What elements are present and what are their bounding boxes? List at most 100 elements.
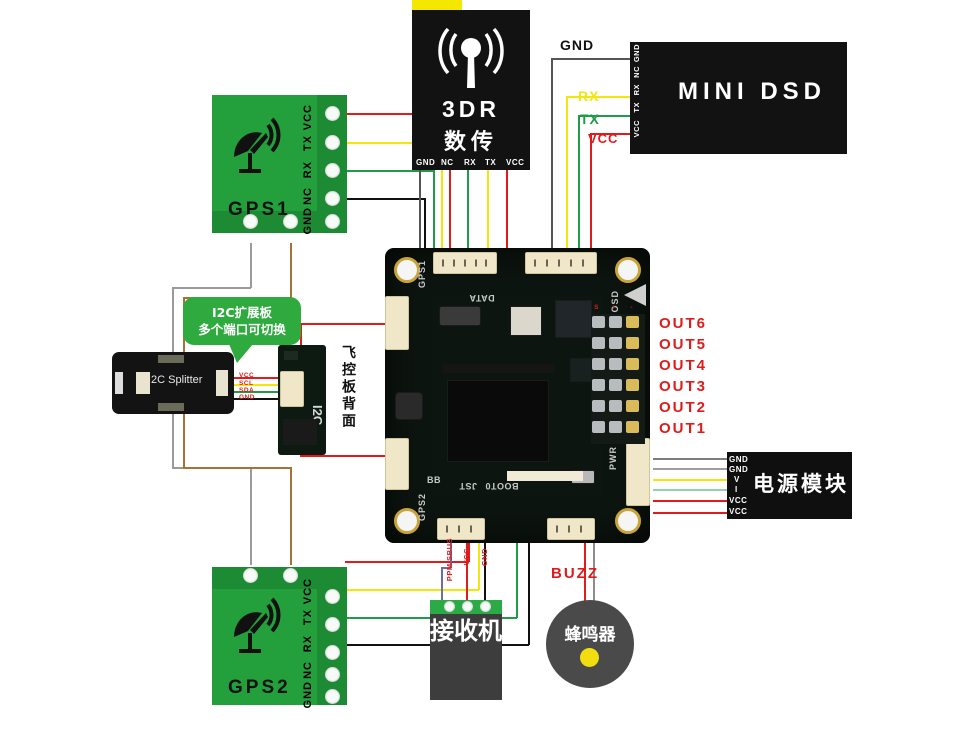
splitter-pad-top [158,355,184,363]
wire-3dr-vcc [506,170,508,256]
pad-out2-m[interactable] [626,400,639,412]
fc-silk-bb: BB [427,475,441,485]
pad-out2-s[interactable] [592,400,605,412]
receiver-module[interactable]: 接收机 [430,600,502,700]
fc-mcu [447,380,549,462]
power-pin-v: V [734,475,740,484]
pad-out1-p[interactable] [609,421,622,433]
wire-dsd-vcc-v [590,133,592,256]
flight-controller-board[interactable]: GPS1 GPS2 DATA OSD PWR BOOT0 JST BB S + … [385,248,650,543]
out6-label: OUT6 [659,315,708,332]
fc-crystal [439,306,481,326]
out5-label: OUT5 [659,336,708,353]
dsd-pin-nc: NC [632,66,641,78]
pad-sign-minus: - [630,304,633,311]
fc-connector-top2[interactable] [525,252,597,274]
pad-out6-p[interactable] [609,316,622,328]
gps1-pad-vcc[interactable] [325,106,340,121]
gps1-label: GPS1 [228,199,291,220]
pad-sign-s: S [594,304,599,311]
power-module[interactable]: 电源模块 GND GND V I VCC VCC [727,452,852,519]
wire-gps2-sda-v [290,467,292,565]
gps1-pad-scl[interactable] [243,214,258,229]
gps1-pad-gnd[interactable] [325,214,340,229]
gps2-pad-nc[interactable] [325,667,340,682]
gps2-pad-gnd[interactable] [325,689,340,704]
mount-hole-tr [615,257,641,283]
dsd-pin-vcc: VCC [632,120,641,138]
fc-connector-gps1[interactable] [385,296,409,350]
fc-silk-data: DATA [469,293,495,303]
pad-out6-s[interactable] [592,316,605,328]
fc-silk-gps1: GPS1 [417,260,427,289]
gps2-pad-rx[interactable] [325,645,340,660]
fc-silk-jst: JST [459,481,478,491]
wire-dsd-gnd-h [551,58,631,60]
gps1-pad-rx[interactable] [325,163,340,178]
gps2-pad-vcc[interactable] [325,589,340,604]
fc-output-pad-grid[interactable] [591,314,645,444]
gps1-pad-tx[interactable] [325,135,340,150]
i2c-callout-bubble: I2C扩展板 多个端口可切换 [183,297,301,363]
i2c-callout-line2: 多个端口可切换 [198,322,286,337]
pad-out4-m[interactable] [626,358,639,370]
wire-3dr-tx [487,170,489,256]
i2c-splitter-board[interactable]: I2C Splitter [112,352,234,414]
out2-label: OUT2 [659,399,708,416]
wire-3dr-rx [467,170,469,256]
gps2-module[interactable]: GPS2 VCC TX RX NC GND [212,567,347,708]
gps2-pin-label-rx: RX [302,635,314,653]
fc-capacitor [395,392,423,420]
pad-out5-s[interactable] [592,337,605,349]
splitter-connector-mid[interactable] [136,372,150,394]
receiver-pad-gnd[interactable] [480,601,491,612]
wire-pwr-vcc2 [653,512,729,514]
fc-connector-bottom2[interactable] [547,518,595,540]
wire-gps1-sda-v1 [290,243,292,298]
gps2-pad-sda[interactable] [283,568,298,583]
pad-out1-s[interactable] [592,421,605,433]
pad-out3-p[interactable] [609,379,622,391]
i2c-wire-label-sda: SDA [239,387,255,394]
pad-out4-s[interactable] [592,358,605,370]
telemetry-pin-tx: TX [485,158,497,167]
gps2-pad-scl[interactable] [243,568,258,583]
fc-connector-bottom1[interactable] [437,518,485,540]
gps1-pad-sda[interactable] [283,214,298,229]
receiver-pad-vcc[interactable] [462,601,473,612]
fc-connector-data[interactable] [433,252,497,274]
fc-connector-gps2[interactable] [385,438,409,490]
receiver-pad-ppm[interactable] [444,601,455,612]
wire-3dr-gnd [419,170,421,256]
i2c-module-board[interactable]: I2C [278,345,326,455]
pad-out3-s[interactable] [592,379,605,391]
telemetry-pin-gnd: GND [416,158,436,167]
pad-out6-m[interactable] [626,316,639,328]
telemetry-3dr-name: 3DR [441,96,500,122]
antenna-signal-icon [438,27,504,88]
gps2-pin-rail [317,567,347,705]
dsd-pin-tx: TX [632,102,641,113]
splitter-connector-left[interactable] [115,372,123,394]
satellite-dish-icon [234,117,281,173]
mini-dsd-module[interactable]: MINI DSD VCC TX RX NC GND [630,42,847,154]
pad-out2-p[interactable] [609,400,622,412]
wire-pwr-v [653,479,729,481]
buzzer-module[interactable]: 蜂鸣器 [546,600,634,688]
i2c-module-jst[interactable] [280,371,304,407]
telemetry-3dr-module[interactable]: 3DR 数传 GND NC RX TX VCC [412,10,530,170]
gps1-pad-nc[interactable] [325,191,340,206]
pad-out4-p[interactable] [609,358,622,370]
receiver-wire-label-gnd: GND [480,548,489,567]
wire-dsd-gnd-v [551,58,553,256]
dsd-signal-gnd: GND [560,37,595,53]
pad-out5-m[interactable] [626,337,639,349]
buzzer-label: 蜂鸣器 [564,625,616,645]
fc-connector-pwr[interactable] [626,438,650,506]
splitter-connector-right[interactable] [216,370,228,396]
gps2-pad-tx[interactable] [325,617,340,632]
pad-out3-m[interactable] [626,379,639,391]
gps1-module[interactable]: GPS1 VCC TX RX NC GND [212,95,347,234]
pad-out1-m[interactable] [626,421,639,433]
pad-out5-p[interactable] [609,337,622,349]
